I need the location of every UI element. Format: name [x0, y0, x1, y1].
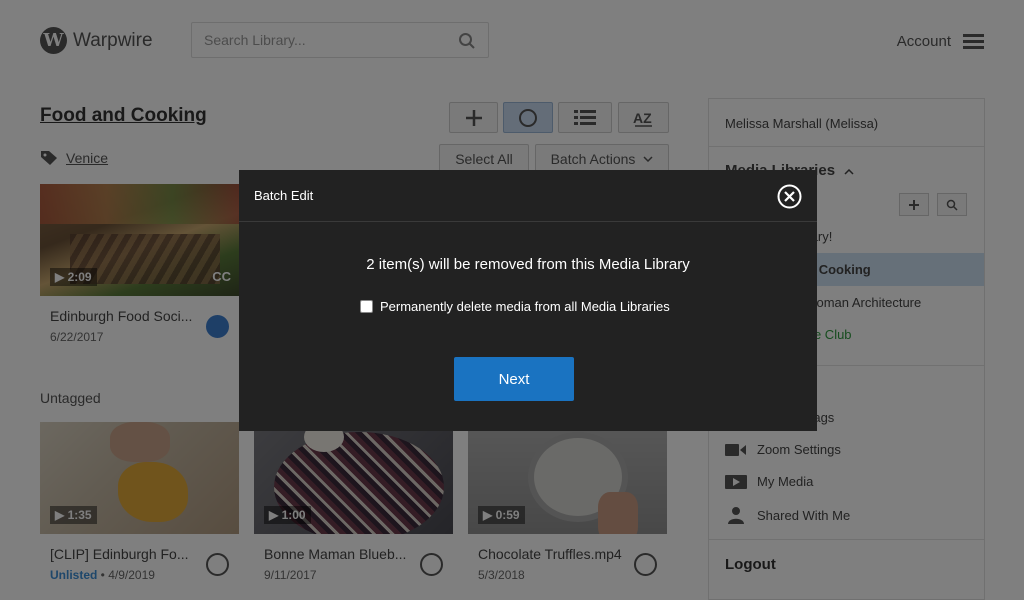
next-button[interactable]: Next [454, 357, 574, 401]
close-icon[interactable] [777, 184, 802, 209]
modal-header: Batch Edit [239, 170, 817, 222]
batch-edit-modal: Batch Edit 2 item(s) will be removed fro… [239, 170, 817, 431]
modal-message: 2 item(s) will be removed from this Medi… [366, 256, 690, 273]
permanent-delete-label: Permanently delete media from all Media … [380, 299, 670, 314]
permanent-delete-checkbox[interactable] [360, 300, 373, 313]
permanent-delete-option[interactable]: Permanently delete media from all Media … [360, 299, 670, 314]
modal-title: Batch Edit [254, 188, 314, 203]
